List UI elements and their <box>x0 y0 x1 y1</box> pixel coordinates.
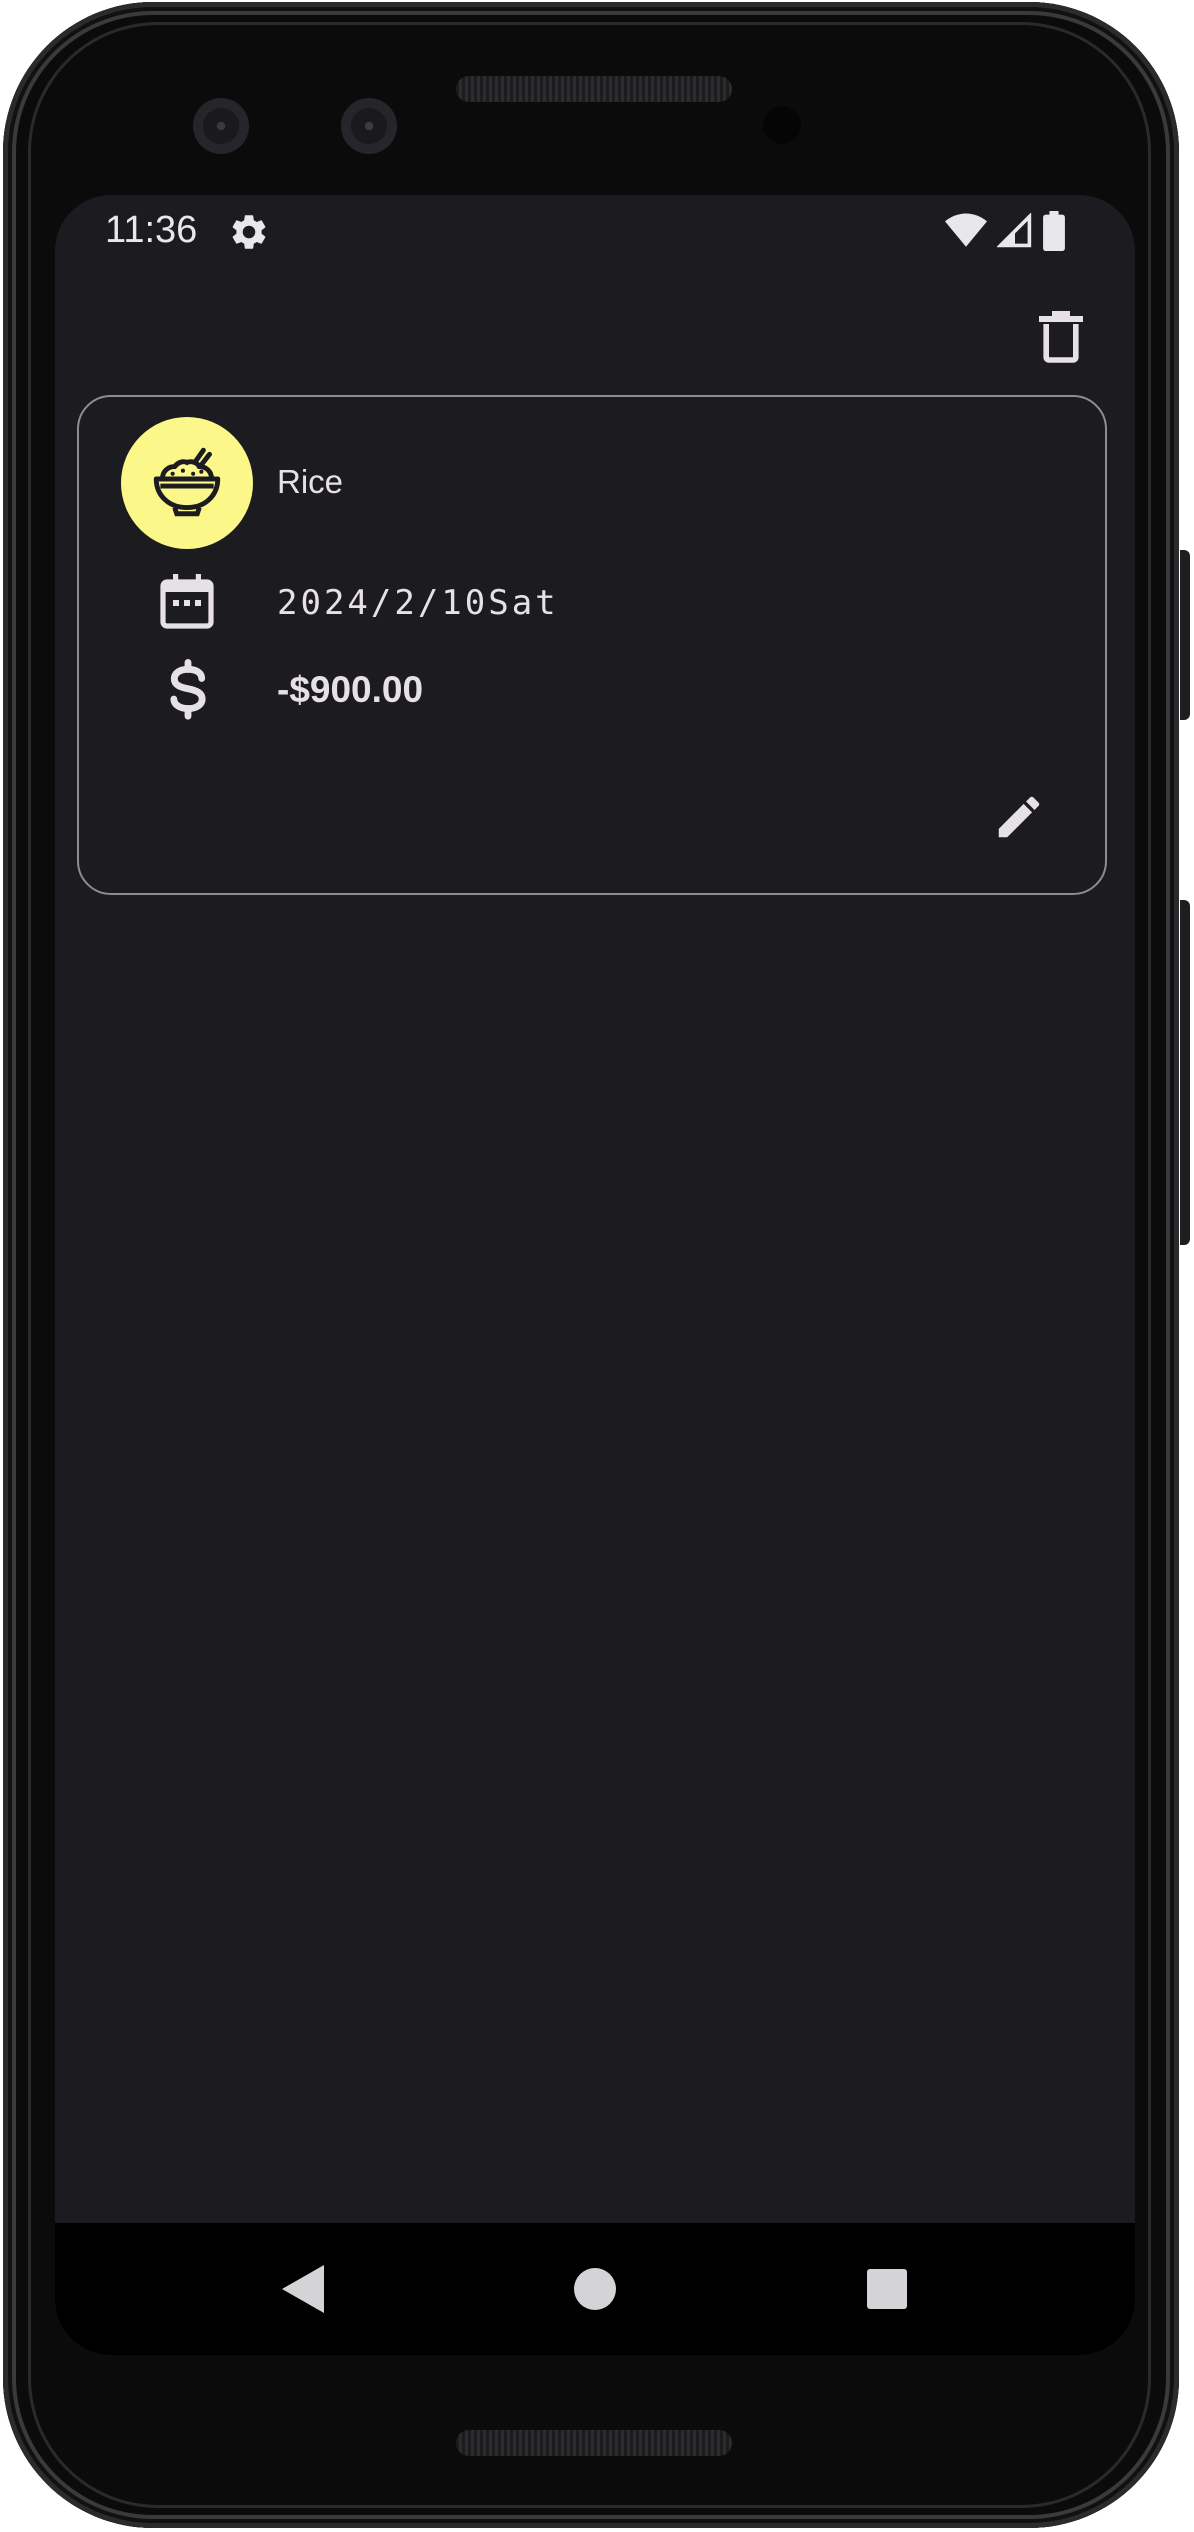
wifi-icon <box>945 213 987 247</box>
recents-square-icon <box>867 2269 907 2309</box>
front-camera-secondary-icon <box>341 98 397 154</box>
volume-button <box>1180 900 1190 1245</box>
trash-icon <box>1039 311 1083 363</box>
category-name: Rice <box>277 463 344 500</box>
screen: 11:36 Rice 2024/2/10Sat -$900.00 <box>55 195 1135 2355</box>
proximity-sensor <box>763 106 801 144</box>
gear-icon <box>232 215 266 249</box>
top-app-bar <box>55 275 1135 410</box>
nav-recents-button[interactable] <box>857 2259 917 2319</box>
transaction-card: Rice 2024/2/10Sat -$900.00 <box>77 395 1107 895</box>
dollar-icon <box>170 659 206 720</box>
battery-icon <box>1043 211 1065 251</box>
transaction-date: 2024/2/10Sat <box>277 583 559 623</box>
pencil-icon <box>998 796 1040 838</box>
home-circle-icon <box>574 2268 616 2310</box>
edit-button[interactable] <box>979 777 1059 857</box>
power-button <box>1180 550 1190 720</box>
bottom-speaker <box>456 2430 732 2456</box>
back-triangle-icon <box>282 2265 324 2313</box>
status-icons <box>945 211 1065 251</box>
nav-home-button[interactable] <box>565 2259 625 2319</box>
rice-bowl-icon <box>153 447 221 517</box>
front-camera-icon <box>193 98 249 154</box>
earpiece-speaker <box>456 76 732 102</box>
transaction-amount: -$900.00 <box>277 669 424 710</box>
nav-back-button[interactable] <box>273 2259 333 2319</box>
signal-icon <box>997 213 1032 248</box>
category-avatar <box>121 417 253 549</box>
delete-button[interactable] <box>1021 297 1101 377</box>
calendar-icon <box>160 574 214 629</box>
navigation-bar <box>55 2223 1135 2355</box>
status-time: 11:36 <box>105 209 198 251</box>
status-bar: 11:36 <box>55 195 1135 275</box>
